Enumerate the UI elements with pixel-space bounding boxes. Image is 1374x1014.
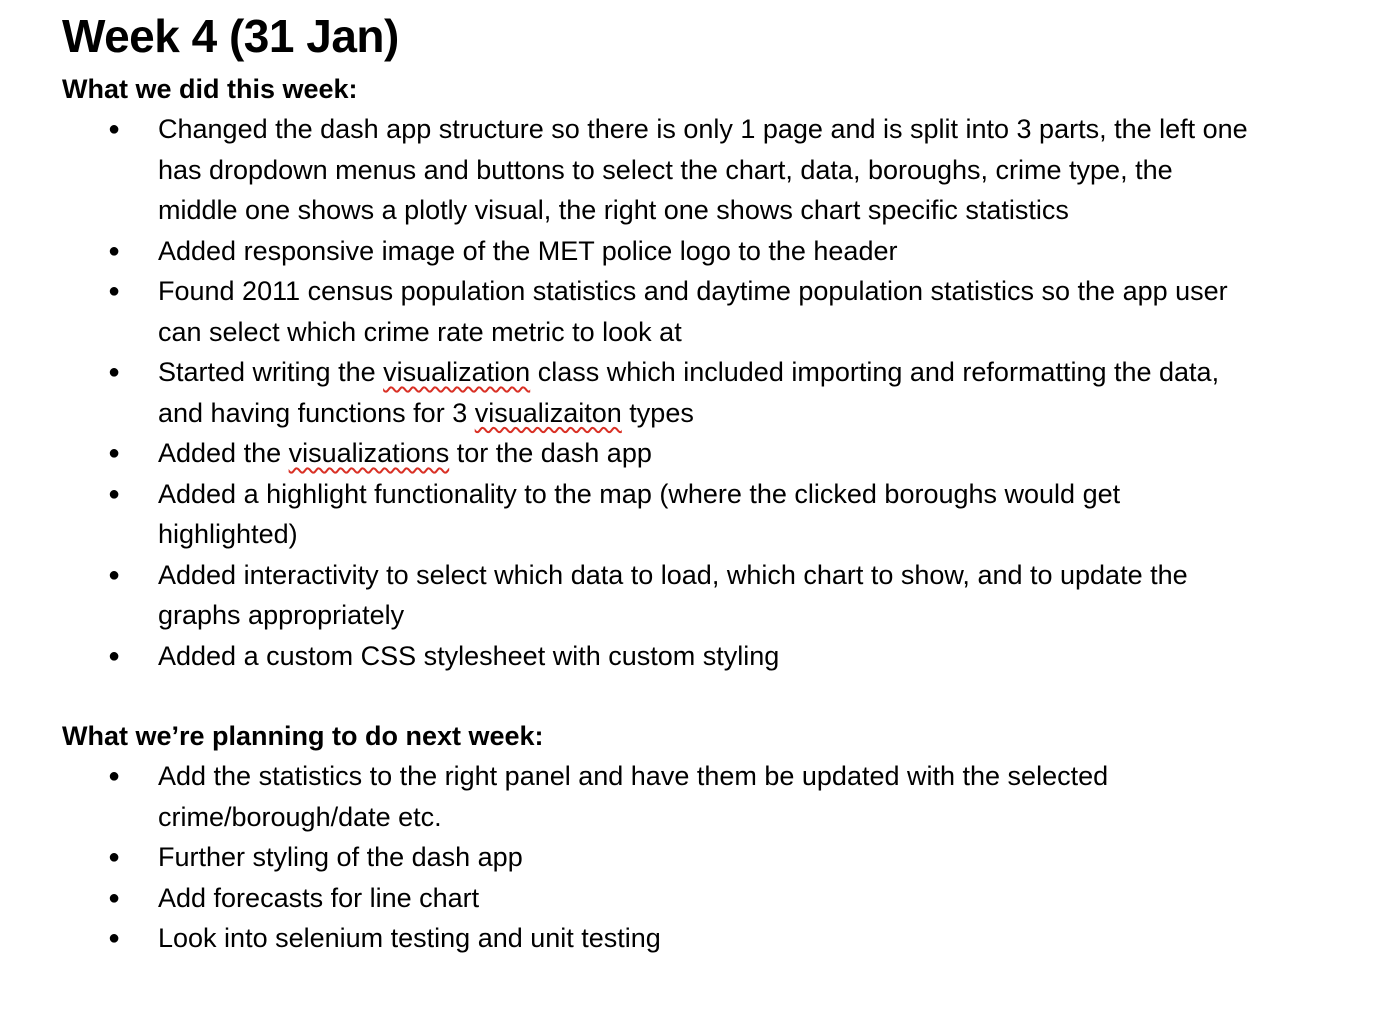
list-item: Added the visualizations tor the dash ap… — [62, 433, 1258, 474]
done-list: Changed the dash app structure so there … — [62, 109, 1352, 676]
text-run: types — [621, 397, 694, 428]
list-item: Found 2011 census population statistics … — [62, 271, 1258, 352]
list-item: Changed the dash app structure so there … — [62, 109, 1258, 231]
misspelled-word[interactable]: visualization — [383, 357, 530, 387]
list-item: Added responsive image of the MET police… — [62, 231, 1258, 272]
list-item: Add the statistics to the right panel an… — [62, 756, 1258, 837]
list-item: Further styling of the dash app — [62, 837, 1258, 878]
list-item: Started writing the visualization class … — [62, 352, 1258, 433]
list-item: Add forecasts for line chart — [62, 878, 1258, 919]
page-title: Week 4 (31 Jan) — [62, 10, 399, 62]
section-heading-done: What we did this week: — [62, 74, 358, 104]
next-list: Add the statistics to the right panel an… — [62, 756, 1352, 959]
list-item: Added a highlight functionality to the m… — [62, 474, 1258, 555]
document-page: Week 4 (31 Jan) What we did this week: C… — [62, 0, 1352, 959]
list-item: Look into selenium testing and unit test… — [62, 918, 1258, 959]
section-heading-next: What we’re planning to do next week: — [62, 721, 544, 751]
text-run: Started writing the — [158, 357, 384, 387]
list-item: Added interactivity to select which data… — [62, 555, 1258, 636]
misspelled-word[interactable]: visualizaiton — [475, 398, 622, 428]
text-run: tor the dash app — [449, 438, 652, 468]
list-item: Added a custom CSS stylesheet with custo… — [62, 636, 1258, 677]
text-run: Added the — [158, 438, 289, 468]
misspelled-word[interactable]: visualizations — [289, 438, 450, 468]
